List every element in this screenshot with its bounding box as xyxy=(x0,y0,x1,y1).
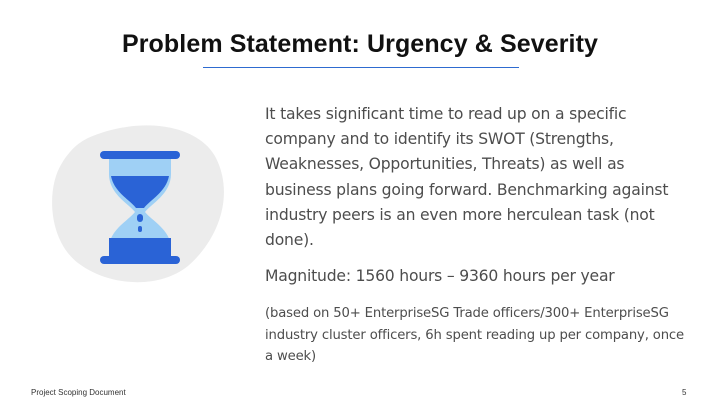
sand-drop xyxy=(138,226,142,232)
page-number: 5 xyxy=(682,388,687,397)
hourglass-top-cap xyxy=(100,151,180,159)
title-underline xyxy=(203,67,519,68)
slide-title: Problem Statement: Urgency & Severity xyxy=(121,30,599,58)
hourglass-bottom-cap xyxy=(100,256,180,264)
footer-label: Project Scoping Document xyxy=(31,388,126,397)
body-text: It takes significant time to read up on … xyxy=(265,102,695,367)
basis-note: (based on 50+ EnterpriseSG Trade officer… xyxy=(265,306,684,365)
slide: Problem Statement: Urgency & Severity It… xyxy=(0,0,720,405)
body-paragraph: It takes significant time to read up on … xyxy=(265,105,669,250)
hourglass-icon xyxy=(52,125,224,283)
sand-drop xyxy=(137,214,143,222)
magnitude-text: Magnitude: 1560 hours – 9360 hours per y… xyxy=(265,267,615,286)
hourglass-bottom-sand xyxy=(109,238,171,258)
